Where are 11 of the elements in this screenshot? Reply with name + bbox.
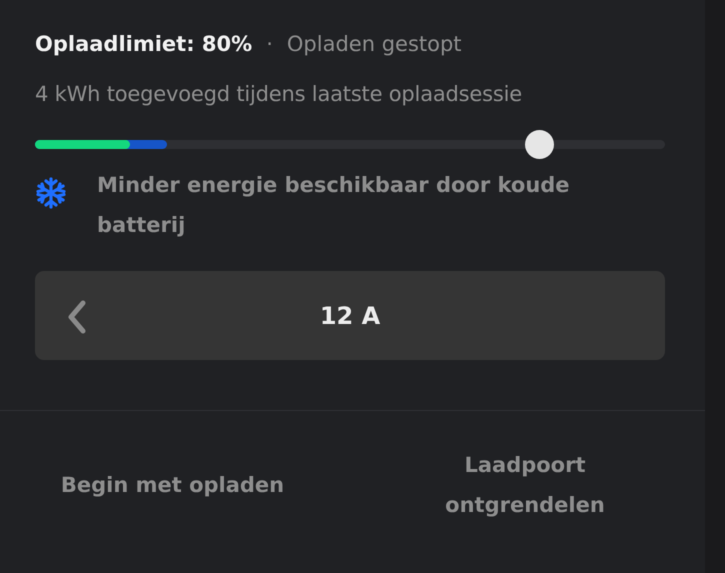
action-button[interactable]: Laadpoort ontgrendelen [345,411,705,573]
cold-battery-warning: Minder energie beschikbaar door koude batterij [97,172,571,239]
charge-slider[interactable] [35,130,665,159]
action-button[interactable]: Begin met opladen [0,411,345,573]
session-info: 4 kWh toegevoegd tijdens laatste oplaadsessie [35,81,523,108]
current-value: 12 A [320,302,380,330]
charging-status: Opladen gestopt [286,31,462,58]
snowflake-icon [35,177,67,209]
separator-dot: · [266,31,273,58]
charge-limit-label: Oplaadlimiet: 80% [35,31,252,58]
slider-thumb[interactable] [525,130,554,159]
